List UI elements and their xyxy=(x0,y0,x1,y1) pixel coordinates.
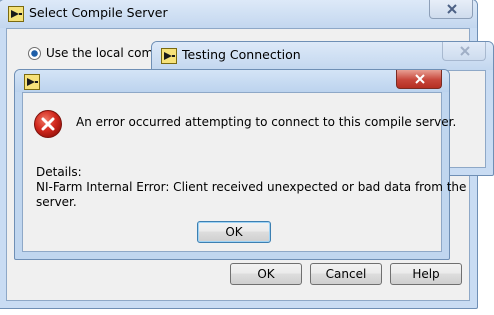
select-window-titlebar[interactable]: Select Compile Server xyxy=(0,0,477,28)
labview-app-icon xyxy=(161,48,177,64)
cancel-button[interactable]: Cancel xyxy=(310,263,382,285)
error-message: An error occurred attempting to connect … xyxy=(76,115,457,129)
testing-window-title: Testing Connection xyxy=(182,47,301,62)
error-dialog-titlebar[interactable] xyxy=(15,70,449,92)
error-dialog: An error occurred attempting to connect … xyxy=(14,69,466,260)
select-window-title: Select Compile Server xyxy=(29,5,168,20)
close-x-icon xyxy=(447,4,457,14)
help-button[interactable]: Help xyxy=(390,263,462,285)
error-dialog-client: An error occurred attempting to connect … xyxy=(22,92,466,252)
select-window-close-button[interactable] xyxy=(429,0,473,19)
use-local-compile-radio[interactable] xyxy=(28,47,41,60)
error-ok-button[interactable]: OK xyxy=(197,221,271,243)
close-x-icon xyxy=(415,74,425,84)
error-dialog-close-button[interactable] xyxy=(396,70,442,89)
ok-button[interactable]: OK xyxy=(230,263,302,285)
close-x-icon xyxy=(460,46,470,56)
labview-app-icon xyxy=(24,74,40,90)
details-line-1: NI-Farm Internal Error: Client received … xyxy=(36,180,467,194)
testing-window-close-button[interactable] xyxy=(442,42,486,61)
error-x-icon xyxy=(33,109,63,139)
details-heading: Details: xyxy=(36,165,82,179)
labview-app-icon xyxy=(8,6,24,22)
details-line-2: server. xyxy=(36,195,77,209)
desktop: Select Compile Server Use the local comp… xyxy=(0,0,494,315)
